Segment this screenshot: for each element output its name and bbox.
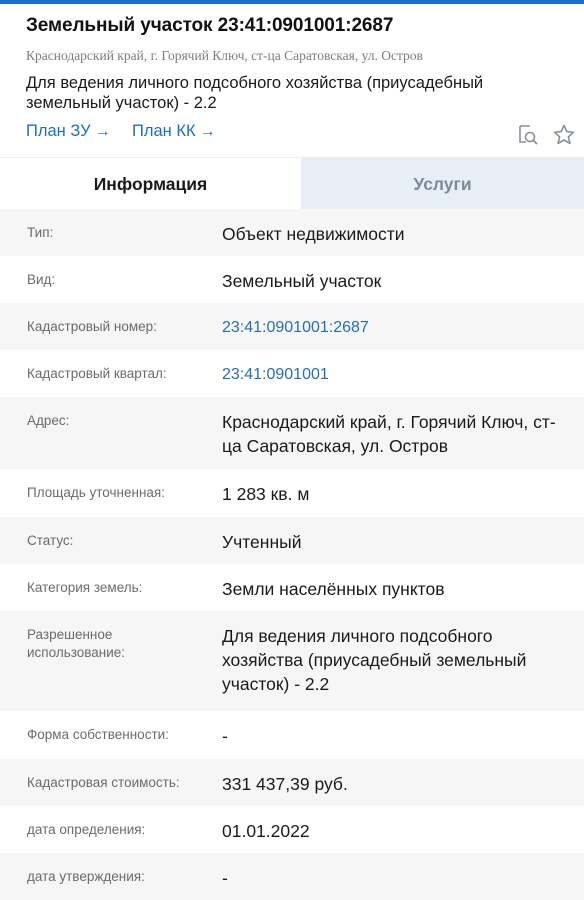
row-type: Тип: Объект недвижимости (0, 209, 584, 256)
row-area: Площадь уточненная: 1 283 кв. м (0, 469, 584, 517)
row-status: Статус: Учтенный (0, 517, 584, 564)
row-value: Земельный участок (222, 271, 382, 291)
row-cadastral-quarter: Кадастровый квартал: 23:41:0901001 (0, 350, 584, 397)
row-label: Кадастровый квартал: (27, 366, 167, 381)
tab-services[interactable]: Услуги (301, 158, 584, 210)
row-address: Адрес: Краснодарский край, г. Горячий Кл… (0, 397, 584, 469)
row-cadastral-value: Кадастровая стоимость: 331 437,39 руб. (0, 759, 584, 806)
row-label: дата определения: (27, 822, 146, 837)
row-label: Разрешенное использование: (27, 627, 126, 660)
row-label: Тип: (27, 225, 54, 240)
row-value: - (222, 868, 228, 888)
top-accent-bar (0, 0, 584, 4)
plan-kk-label: План КК (132, 122, 196, 140)
row-value: Объект недвижимости (222, 224, 405, 244)
cadastral-quarter-link[interactable]: 23:41:0901001 (222, 363, 574, 387)
header-purpose: Для ведения личного подсобного хозяйства… (26, 74, 484, 112)
row-kind: Вид: Земельный участок (0, 256, 584, 303)
row-label: дата утверждения: (27, 869, 145, 884)
row-label: Вид: (27, 272, 56, 287)
row-value: Учтенный (222, 532, 302, 552)
arrow-right-icon: → (199, 122, 216, 140)
row-label: Статус: (27, 533, 74, 548)
row-label: Кадастровый номер: (27, 319, 157, 334)
row-label: Категория земель: (27, 580, 143, 595)
row-label: Кадастровая стоимость: (27, 775, 180, 790)
row-value: Краснодарский край, г. Горячий Ключ, ст-… (222, 412, 556, 456)
row-value: 1 283 кв. м (222, 484, 310, 504)
arrow-right-icon: → (94, 122, 111, 140)
search-document-icon[interactable] (516, 123, 540, 147)
page-title: Земельный участок 23:41:0901001:2687 (26, 15, 394, 36)
row-value: Земли населённых пунктов (222, 579, 445, 599)
tab-info[interactable]: Информация (0, 158, 301, 210)
star-icon[interactable] (552, 123, 576, 147)
row-value: 01.01.2022 (222, 821, 310, 841)
row-value: Для ведения личного подсобного хозяйства… (222, 626, 527, 694)
plan-zu-label: План ЗУ (26, 122, 91, 140)
row-label: Форма собственности: (27, 727, 169, 742)
row-permitted-use: Разрешенное использование: Для ведения л… (0, 611, 584, 711)
row-approval-date: дата утверждения: - (0, 853, 584, 900)
row-label: Адрес: (27, 413, 70, 428)
plan-kk-link[interactable]: План КК → (132, 122, 216, 141)
row-value: 331 437,39 руб. (222, 774, 348, 794)
plan-zu-link[interactable]: План ЗУ → (26, 122, 111, 141)
row-cadastral-number: Кадастровый номер: 23:41:0901001:2687 (0, 303, 584, 350)
object-header: Земельный участок 23:41:0901001:2687 Кра… (26, 14, 576, 112)
row-land-category: Категория земель: Земли населённых пункт… (0, 564, 584, 611)
row-valuation-date: дата определения: 01.01.2022 (0, 806, 584, 853)
cadastral-number-link[interactable]: 23:41:0901001:2687 (222, 316, 574, 340)
row-label: Площадь уточненная: (27, 485, 165, 500)
row-value: - (222, 726, 228, 746)
info-table: Тип: Объект недвижимости Вид: Земельный … (0, 209, 584, 900)
header-actions (516, 123, 578, 147)
row-ownership: Форма собственности: - (0, 711, 584, 759)
tab-bar: Информация Услуги (0, 157, 584, 210)
header-address: Краснодарский край, г. Горячий Ключ, ст-… (26, 48, 423, 63)
